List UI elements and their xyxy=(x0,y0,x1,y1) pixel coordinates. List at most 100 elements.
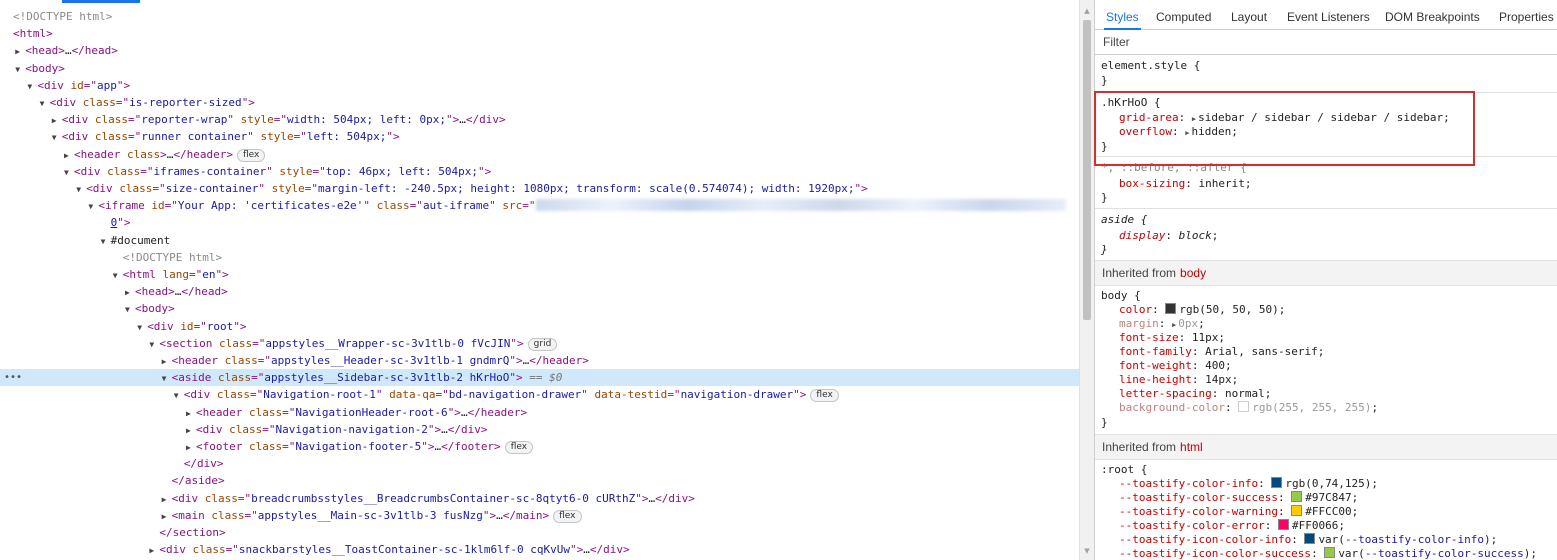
css-property-value[interactable]: rgb(0,74,125) xyxy=(1285,477,1371,490)
inherited-source-body[interactable]: body xyxy=(1180,266,1206,280)
root-declaration[interactable]: --toastify-color-success: #97C847; xyxy=(1119,491,1358,505)
dom-node[interactable]: <html> xyxy=(0,25,1079,42)
dom-node[interactable]: ▼ <div class="Navigation-root-1" data-qa=… xyxy=(0,386,1079,403)
dom-node[interactable]: ▼ <div class="is-reporter-sized"> xyxy=(0,94,1079,111)
color-swatch-icon[interactable] xyxy=(1291,505,1303,516)
body-declaration[interactable]: background-color: rgb(255, 255, 255); xyxy=(1119,401,1378,415)
tab-properties[interactable]: Properties xyxy=(1499,5,1554,29)
root-declaration[interactable]: --toastify-color-info: rgb(0,74,125); xyxy=(1119,477,1378,491)
dom-node[interactable]: ▶ <footer class="Navigation-footer-5">…</… xyxy=(0,438,1079,455)
dom-node[interactable]: ▶ <div class="reporter-wrap" style="width… xyxy=(0,111,1079,128)
expand-down-icon[interactable]: ▼ xyxy=(125,301,135,318)
dom-node[interactable]: ▼ <div class="runner container" style="le… xyxy=(0,128,1079,145)
css-property-name[interactable]: --toastify-color-warning xyxy=(1119,505,1278,518)
color-swatch-icon[interactable] xyxy=(1304,533,1316,544)
overflow-value[interactable]: hidden xyxy=(1191,125,1231,138)
expand-down-icon[interactable]: ▼ xyxy=(174,387,184,404)
box-sizing-property[interactable]: box-sizing xyxy=(1119,177,1185,190)
collapse-right-icon[interactable]: ▶ xyxy=(52,112,62,129)
css-property-value[interactable]: 11px xyxy=(1192,331,1219,344)
element-style-rule[interactable]: element.style { } xyxy=(1095,55,1557,93)
css-property-value[interactable]: rgb(50, 50, 50) xyxy=(1179,303,1278,316)
root-declaration[interactable]: --toastify-icon-color-info: var(--toasti… xyxy=(1119,533,1497,547)
css-property-value[interactable]: #FF0066 xyxy=(1292,519,1338,532)
root-selector[interactable]: :root { xyxy=(1101,463,1147,477)
css-property-value[interactable]: Arial, sans-serif xyxy=(1205,345,1318,358)
dom-node[interactable]: ▼ <div class="iframes-container" style="t… xyxy=(0,163,1079,180)
body-declaration[interactable]: color: rgb(50, 50, 50); xyxy=(1119,303,1285,317)
expand-down-icon[interactable]: ▼ xyxy=(113,267,123,284)
dom-node[interactable]: ▼ <div class="size-container" style="marg… xyxy=(0,180,1079,197)
css-property-name[interactable]: --toastify-color-error xyxy=(1119,519,1265,532)
grid-badge[interactable]: grid xyxy=(527,337,558,351)
css-property-value[interactable]: var(--toastify-color-success) xyxy=(1338,547,1530,560)
elements-scrollbar[interactable]: ▲ ▼ xyxy=(1079,0,1094,560)
body-declaration[interactable]: font-family: Arial, sans-serif; xyxy=(1119,345,1324,359)
dom-node[interactable]: <!DOCTYPE html> xyxy=(0,8,1079,25)
dom-node[interactable]: ▶ <head>…</head> xyxy=(0,283,1079,300)
expand-down-icon[interactable]: ▼ xyxy=(40,95,50,112)
tab-computed[interactable]: Computed xyxy=(1156,5,1211,29)
collapse-right-icon[interactable]: ▶ xyxy=(186,405,196,422)
color-swatch-icon[interactable] xyxy=(1277,519,1289,530)
dom-node[interactable]: </aside> xyxy=(0,472,1079,489)
css-property-name[interactable]: font-weight xyxy=(1119,359,1192,372)
aside-rule[interactable]: aside { display: block; } xyxy=(1095,208,1557,261)
collapse-right-icon[interactable]: ▶ xyxy=(149,542,159,559)
grid-area-value[interactable]: sidebar / sidebar / sidebar / sidebar xyxy=(1198,111,1443,124)
dom-node[interactable]: ▼ <section class="appstyles__Wrapper-sc-3… xyxy=(0,335,1079,352)
expand-down-icon[interactable]: ▼ xyxy=(76,181,86,198)
universal-selector[interactable]: *, ::before, ::after { xyxy=(1101,161,1247,175)
css-property-value[interactable]: #FFCC00 xyxy=(1305,505,1351,518)
flex-badge[interactable]: flex xyxy=(236,148,266,162)
expand-triangle-icon[interactable]: ▶ xyxy=(1185,129,1189,137)
dom-node[interactable]: ▶ <div class="breadcrumbsstyles__Breadcru… xyxy=(0,490,1079,507)
body-rule[interactable]: body { } color: rgb(50, 50, 50); margin: … xyxy=(1095,286,1557,435)
root-declaration[interactable]: --toastify-color-error: #FF0066; xyxy=(1119,519,1345,533)
styles-filter-input[interactable] xyxy=(1103,34,1543,50)
dom-node[interactable]: </section> xyxy=(0,524,1079,541)
hkrhoo-rule[interactable]: .hKrHoO { grid-area: ▶ sidebar / sidebar … xyxy=(1095,92,1557,157)
expand-down-icon[interactable]: ▼ xyxy=(52,129,62,146)
dom-node[interactable]: ▶ <div class="Navigation-navigation-2">…<… xyxy=(0,421,1079,438)
scrollbar-thumb[interactable] xyxy=(1083,20,1091,320)
expand-down-icon[interactable]: ▼ xyxy=(27,78,37,95)
expand-triangle-icon[interactable]: ▶ xyxy=(1192,115,1196,123)
dom-node[interactable]: ▶ <header class="appstyles__Header-sc-3v1… xyxy=(0,352,1079,369)
dom-node[interactable]: ▼ <div id="app"> xyxy=(0,77,1079,94)
flex-badge[interactable]: flex xyxy=(553,509,582,523)
root-rule[interactable]: :root { --toastify-color-info: rgb(0,74,… xyxy=(1095,460,1557,560)
css-property-name[interactable]: font-family xyxy=(1119,345,1192,358)
display-property[interactable]: display xyxy=(1119,229,1165,242)
collapse-right-icon[interactable]: ▶ xyxy=(162,491,172,508)
inherited-source-html[interactable]: html xyxy=(1180,440,1203,454)
dom-node[interactable]: ▼ <body> xyxy=(0,300,1079,317)
dom-node[interactable]: ▼ <body> xyxy=(0,60,1079,77)
expand-triangle-icon[interactable]: ▶ xyxy=(1172,321,1176,329)
grid-area-declaration[interactable]: grid-area: ▶ sidebar / sidebar / sidebar … xyxy=(1119,111,1450,125)
dom-node[interactable]: ▶ <head>…</head> xyxy=(0,42,1079,59)
elements-tree[interactable]: <!DOCTYPE html> <html> ▶ <head>…</head> ▼ <bo… xyxy=(0,4,1079,560)
expand-down-icon[interactable]: ▼ xyxy=(137,319,147,336)
tab-event-listeners[interactable]: Event Listeners xyxy=(1287,5,1370,29)
body-declaration[interactable]: font-weight: 400; xyxy=(1119,359,1232,373)
collapse-right-icon[interactable]: ▶ xyxy=(162,353,172,370)
expand-down-icon[interactable]: ▼ xyxy=(162,370,172,387)
display-value[interactable]: block xyxy=(1179,229,1212,242)
body-declaration[interactable]: font-size: 11px; xyxy=(1119,331,1225,345)
overflow-declaration[interactable]: overflow: ▶ hidden; xyxy=(1119,125,1238,139)
css-property-name[interactable]: --toastify-icon-color-success xyxy=(1119,547,1311,560)
expand-down-icon[interactable]: ▼ xyxy=(88,198,98,215)
collapse-right-icon[interactable]: ▶ xyxy=(15,43,25,60)
color-swatch-icon[interactable] xyxy=(1271,477,1283,488)
css-property-name[interactable]: letter-spacing xyxy=(1119,387,1212,400)
css-property-name[interactable]: --toastify-color-info xyxy=(1119,477,1258,490)
css-property-name[interactable]: background-color xyxy=(1119,401,1225,414)
dom-node[interactable]: ▼ <div id="root"> xyxy=(0,318,1079,335)
css-property-name[interactable]: font-size xyxy=(1119,331,1179,344)
tab-layout[interactable]: Layout xyxy=(1231,5,1267,29)
dom-node[interactable]: </div> xyxy=(0,455,1079,472)
css-property-value[interactable]: #97C847 xyxy=(1305,491,1351,504)
dom-node[interactable]: ▶ <div class="snackbarstyles__ToastContai… xyxy=(0,541,1079,558)
collapse-right-icon[interactable]: ▶ xyxy=(125,284,135,301)
